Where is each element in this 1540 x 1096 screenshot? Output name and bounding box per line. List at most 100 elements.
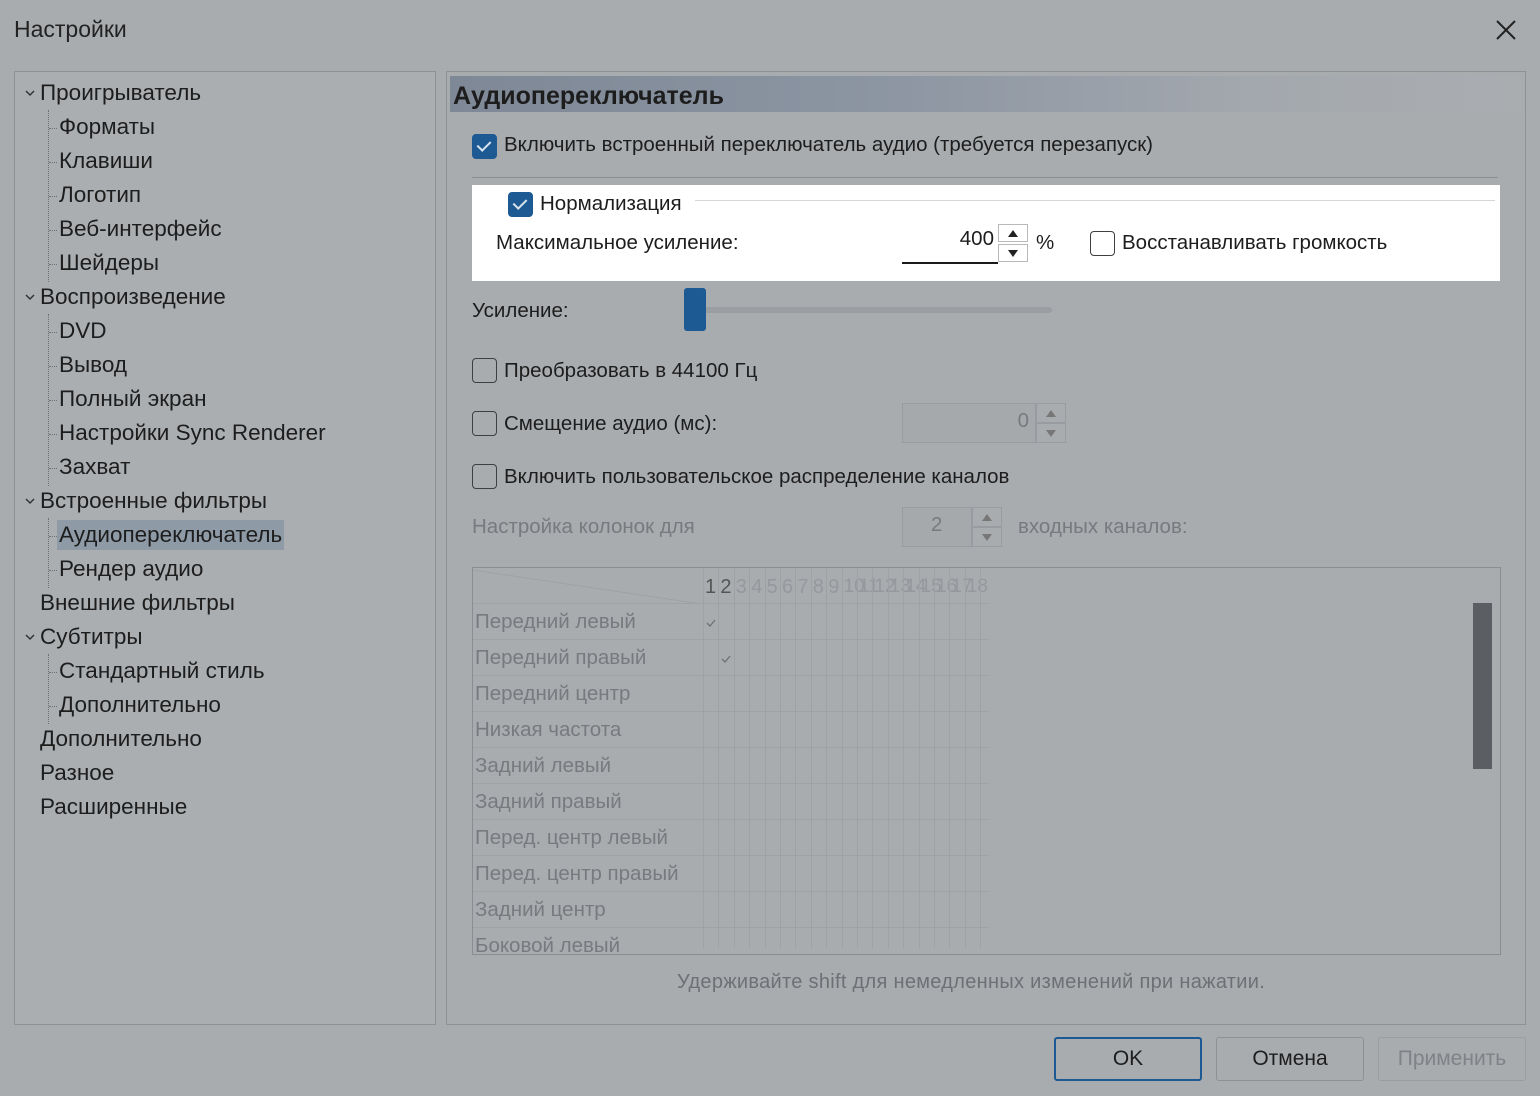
resample-checkbox[interactable] — [472, 358, 497, 383]
channel-matrix[interactable]: 1 2 3 4 5 6 7 8 9 10 11 12 13 14 15 16 17 18 Передний левы… — [472, 567, 1501, 955]
chevron-down-icon[interactable] — [24, 291, 36, 303]
close-icon — [1496, 20, 1516, 40]
speaker-setup-suffix: входных каналов: — [1018, 515, 1188, 538]
tree-connector — [49, 366, 57, 367]
tree-item[interactable]: Расширенные — [40, 792, 187, 822]
tree-connector — [48, 654, 49, 724]
tree-item[interactable]: Веб-интерфейс — [59, 214, 222, 244]
gain-slider-track[interactable] — [684, 307, 1052, 313]
matrix-row-label: Перед. центр правый — [475, 862, 679, 885]
matrix-row[interactable]: Низкая частота — [473, 712, 989, 748]
window-title: Настройки — [14, 16, 127, 42]
tree-item[interactable]: Клавиши — [59, 146, 153, 176]
tree-item[interactable]: Полный экран — [59, 384, 207, 414]
tree-item[interactable]: Рендер аудио — [59, 554, 203, 584]
matrix-row-label: Передний центр — [475, 682, 631, 705]
tree-item[interactable]: Разное — [40, 758, 114, 788]
settings-tree[interactable]: Проигрыватель Форматы Клавиши Логотип Веб-ин… — [14, 71, 436, 1025]
normalization-checkbox[interactable] — [508, 192, 533, 217]
tree-connector — [49, 434, 57, 435]
audio-offset-down-button[interactable] — [1036, 423, 1066, 443]
tree-connector — [49, 706, 57, 707]
matrix-row[interactable]: Перед. центр левый — [473, 820, 989, 856]
tree-item[interactable]: Логотип — [59, 180, 141, 210]
tree-item[interactable]: Форматы — [59, 112, 155, 142]
hint-text: Удерживайте shift для немедленных измене… — [677, 971, 1266, 993]
close-button[interactable] — [1488, 12, 1524, 48]
check-icon[interactable] — [706, 618, 716, 628]
group-border-line — [695, 200, 1495, 201]
matrix-row[interactable]: Задний левый — [473, 748, 989, 784]
audio-offset-input[interactable]: 0 — [902, 403, 1036, 443]
max-gain-unit: % — [1036, 231, 1055, 254]
speaker-count-input[interactable]: 2 — [902, 507, 972, 547]
chevron-down-icon[interactable] — [24, 631, 36, 643]
cancel-button[interactable]: Отмена — [1216, 1037, 1364, 1081]
apply-button[interactable]: Применить — [1378, 1037, 1526, 1081]
audio-offset-checkbox[interactable] — [472, 411, 497, 436]
tree-item[interactable]: Воспроизведение — [40, 282, 226, 312]
page-header: Аудиопереключатель — [450, 76, 1521, 112]
tree-item[interactable]: Настройки Sync Renderer — [59, 418, 326, 448]
tree-item[interactable]: Проигрыватель — [40, 78, 201, 108]
tree-item[interactable]: Стандартный стиль — [59, 656, 265, 686]
matrix-row[interactable]: Задний правый — [473, 784, 989, 820]
arrow-up-icon — [1046, 409, 1056, 417]
max-gain-up-button[interactable] — [998, 224, 1028, 242]
tree-item[interactable]: Встроенные фильтры — [40, 486, 267, 516]
gain-label: Усиление: — [472, 299, 569, 322]
tree-connector — [48, 314, 49, 486]
tree-connector — [48, 518, 49, 588]
tree-item[interactable]: Аудиопереключатель — [57, 520, 285, 550]
arrow-up-icon — [1008, 229, 1018, 237]
matrix-row-label: Передний левый — [475, 610, 636, 633]
matrix-row-label: Задний правый — [475, 790, 622, 813]
max-gain-down-button[interactable] — [998, 244, 1028, 262]
speaker-count-down-button[interactable] — [972, 527, 1002, 547]
tree-item[interactable]: Вывод — [59, 350, 127, 380]
speaker-count-value: 2 — [931, 513, 943, 536]
max-gain-input[interactable]: 400 — [902, 224, 998, 264]
tree-connector — [49, 468, 57, 469]
tree-item[interactable]: Дополнительно — [59, 690, 221, 720]
enable-audio-switcher-checkbox[interactable] — [472, 134, 497, 159]
matrix-row[interactable]: Передний центр — [473, 676, 989, 712]
tree-item[interactable]: Шейдеры — [59, 248, 159, 278]
custom-channels-checkbox[interactable] — [472, 464, 497, 489]
audio-offset-label: Смещение аудио (мс): — [504, 412, 718, 435]
matrix-scrollbar-thumb[interactable] — [1473, 603, 1492, 769]
resample-label: Преобразовать в 44100 Гц — [504, 359, 758, 382]
tree-connector — [49, 196, 57, 197]
matrix-row[interactable]: Передний левый — [473, 604, 989, 640]
tree-connector — [49, 672, 57, 673]
matrix-row[interactable]: Перед. центр правый — [473, 856, 989, 892]
tree-connector — [49, 400, 57, 401]
restore-volume-checkbox[interactable] — [1090, 231, 1115, 256]
matrix-row[interactable]: Боковой левый — [473, 928, 989, 954]
max-gain-label: Максимальное усиление: — [496, 231, 739, 254]
tree-connector — [49, 264, 57, 265]
tree-item[interactable]: Субтитры — [40, 622, 143, 652]
matrix-row-label: Передний правый — [475, 646, 647, 669]
matrix-row[interactable]: Задний центр — [473, 892, 989, 928]
arrow-up-icon — [982, 513, 992, 521]
tree-item[interactable]: DVD — [59, 316, 107, 346]
chevron-down-icon[interactable] — [24, 495, 36, 507]
tree-item[interactable]: Внешние фильтры — [40, 588, 235, 618]
enable-audio-switcher-label: Включить встроенный переключатель аудио … — [504, 133, 1154, 156]
matrix-row-label: Перед. центр левый — [475, 826, 668, 849]
chevron-down-icon[interactable] — [24, 87, 36, 99]
matrix-row-label: Задний левый — [475, 754, 612, 777]
tree-item[interactable]: Дополнительно — [40, 724, 202, 754]
check-icon[interactable] — [721, 654, 731, 664]
tree-item[interactable]: Захват — [59, 452, 130, 482]
gain-slider-thumb[interactable] — [684, 288, 706, 331]
ok-button[interactable]: OK — [1054, 1037, 1202, 1081]
arrow-down-icon — [1046, 429, 1056, 437]
audio-offset-up-button[interactable] — [1036, 403, 1066, 423]
tree-connector — [49, 230, 57, 231]
matrix-header-row — [473, 568, 989, 604]
speaker-count-up-button[interactable] — [972, 507, 1002, 527]
matrix-row-label: Низкая частота — [475, 718, 622, 741]
audio-offset-value: 0 — [1017, 409, 1029, 432]
